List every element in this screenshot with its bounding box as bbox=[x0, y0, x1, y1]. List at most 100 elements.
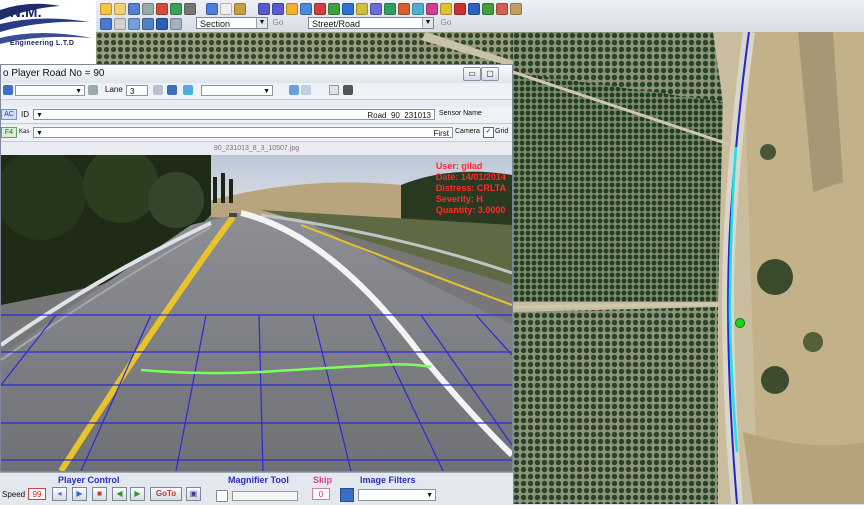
minimize-button[interactable]: ▭ bbox=[463, 67, 481, 81]
previous-button[interactable]: ◀ bbox=[112, 487, 127, 501]
layer-list-icon[interactable] bbox=[412, 2, 424, 15]
next-button[interactable]: ▶ bbox=[130, 487, 145, 501]
chart-icon[interactable] bbox=[468, 2, 480, 15]
id-row: AC ID ▼ Road_90_231013 Sensor Name bbox=[1, 107, 512, 124]
section-combo[interactable]: Section ▼ bbox=[196, 17, 268, 29]
logo-subtext: Engineering L.T.D bbox=[10, 40, 75, 47]
settings-icon[interactable] bbox=[184, 2, 196, 15]
toolbar-row-1 bbox=[96, 1, 522, 16]
pan-icon[interactable] bbox=[234, 2, 246, 15]
goto-button[interactable]: GoTo bbox=[150, 487, 182, 501]
globe-icon[interactable] bbox=[206, 2, 218, 15]
image-icon[interactable] bbox=[289, 85, 299, 95]
save-frame-button[interactable]: ▣ bbox=[186, 487, 201, 501]
maximize-button[interactable]: ▢ bbox=[481, 67, 499, 81]
lane-up-icon[interactable] bbox=[153, 85, 163, 95]
move-icon[interactable] bbox=[128, 17, 140, 30]
position-marker[interactable] bbox=[735, 318, 745, 328]
player-control-bar: Player Control Speed 99 ◂ ▶ ■ ◀ ▶ GoTo ▣… bbox=[0, 472, 513, 505]
export-icon[interactable] bbox=[329, 85, 339, 95]
distress-info-overlay: User: gilad Date: 14/01/2014 Distress: C… bbox=[436, 161, 506, 216]
skip-input[interactable]: 0 bbox=[312, 488, 330, 500]
logo-text: N.M. bbox=[10, 4, 42, 21]
player-combo-1[interactable]: ▼ bbox=[15, 85, 85, 96]
grid-icon[interactable] bbox=[170, 17, 182, 30]
layers-icon[interactable] bbox=[301, 85, 311, 95]
image-filename: 90_231013_8_3_10507.jpg bbox=[213, 145, 300, 152]
grid-label: Grid bbox=[495, 128, 509, 135]
first-value: First bbox=[433, 129, 449, 138]
select-box-icon[interactable] bbox=[114, 17, 126, 30]
hand-icon[interactable] bbox=[286, 2, 298, 15]
id-value: Road_90_231013 bbox=[367, 111, 431, 120]
road-image-view[interactable]: User: gilad Date: 14/01/2014 Distress: C… bbox=[1, 155, 512, 471]
info-icon[interactable] bbox=[342, 2, 354, 15]
sensor-name-label: Sensor Name bbox=[439, 110, 482, 117]
measure-icon[interactable] bbox=[356, 2, 368, 15]
select-icon[interactable] bbox=[220, 2, 232, 15]
edit-icon[interactable] bbox=[398, 2, 410, 15]
camera-icon[interactable] bbox=[343, 85, 353, 95]
refresh-icon[interactable] bbox=[300, 2, 312, 15]
tool-icon[interactable] bbox=[156, 2, 168, 15]
map-sync-icon[interactable] bbox=[167, 85, 177, 95]
player-menu-icon[interactable] bbox=[3, 85, 13, 95]
identify-icon[interactable] bbox=[370, 2, 382, 15]
navigate-icon[interactable] bbox=[156, 17, 168, 30]
photo-icon[interactable] bbox=[426, 2, 438, 15]
map-view-top[interactable] bbox=[96, 32, 516, 68]
crosshair-icon[interactable] bbox=[88, 85, 98, 95]
arrow-icon[interactable] bbox=[100, 17, 112, 30]
flag-icon[interactable] bbox=[454, 2, 466, 15]
player-toolbar-row: ▼ Lane 3 ▼ bbox=[1, 83, 512, 100]
overlay-distress: Distress: CRLTA bbox=[435, 183, 506, 193]
save-icon[interactable] bbox=[128, 2, 140, 15]
stop-button[interactable]: ■ bbox=[92, 487, 107, 501]
ac-button[interactable]: AC bbox=[1, 109, 17, 120]
back-icon[interactable] bbox=[314, 2, 326, 15]
satellite-map[interactable] bbox=[513, 32, 864, 504]
street-road-combo[interactable]: Street/Road ▼ bbox=[308, 17, 434, 29]
filter-icon[interactable] bbox=[340, 488, 354, 502]
section-go-button[interactable]: Go bbox=[268, 17, 288, 29]
add-point-icon[interactable] bbox=[384, 2, 396, 15]
overlay-quantity: Quantity: 3.0000 bbox=[435, 205, 506, 215]
f4-button[interactable]: F4 bbox=[1, 127, 17, 138]
section-combo-value: Section bbox=[200, 19, 231, 29]
street-go-button[interactable]: Go bbox=[436, 17, 456, 29]
print-icon[interactable] bbox=[142, 2, 154, 15]
lane-label: Lane bbox=[105, 85, 123, 94]
forward-icon[interactable] bbox=[328, 2, 340, 15]
star-icon[interactable] bbox=[440, 2, 452, 15]
folder-icon[interactable] bbox=[114, 2, 126, 15]
rewind-button[interactable]: ◂ bbox=[52, 487, 67, 501]
report-icon[interactable] bbox=[496, 2, 508, 15]
image-filter-select[interactable]: ▼ bbox=[358, 489, 436, 501]
chevron-down-icon: ▼ bbox=[256, 18, 267, 28]
help-icon[interactable] bbox=[510, 2, 522, 15]
open-folder-icon[interactable] bbox=[100, 2, 112, 15]
crosshair-icon[interactable] bbox=[142, 17, 154, 30]
player-combo-2[interactable]: ▼ bbox=[201, 85, 273, 96]
navigate-icon[interactable] bbox=[183, 85, 193, 95]
magnifier-checkbox[interactable] bbox=[216, 490, 228, 502]
layer-icon[interactable] bbox=[170, 2, 182, 15]
zoom-in-icon[interactable] bbox=[258, 2, 270, 15]
speed-label: Speed bbox=[2, 490, 26, 499]
grid-checkbox[interactable]: ✓ bbox=[483, 127, 494, 138]
player-title-bar[interactable]: o Player Road No = 90 ▭ ▢ bbox=[1, 65, 512, 84]
zoom-out-icon[interactable] bbox=[272, 2, 284, 15]
player-title: o Player Road No = 90 bbox=[3, 68, 105, 79]
play-button[interactable]: ▶ bbox=[72, 487, 87, 501]
map-view[interactable] bbox=[513, 32, 864, 504]
skip-label: Skip bbox=[313, 475, 333, 485]
magnifier-slider[interactable] bbox=[232, 491, 298, 501]
id-field[interactable]: ▼ Road_90_231013 bbox=[33, 109, 435, 120]
speed-input[interactable]: 99 bbox=[28, 488, 46, 500]
player-control-label: Player Control bbox=[58, 475, 120, 485]
lane-select[interactable]: 3 bbox=[126, 85, 148, 96]
camera-label: Camera bbox=[455, 128, 480, 135]
video-player-window: o Player Road No = 90 ▭ ▢ ▼ Lane 3 ▼ AC … bbox=[0, 64, 513, 472]
export-icon[interactable] bbox=[482, 2, 494, 15]
camera-select[interactable]: ▼ First bbox=[33, 127, 453, 138]
